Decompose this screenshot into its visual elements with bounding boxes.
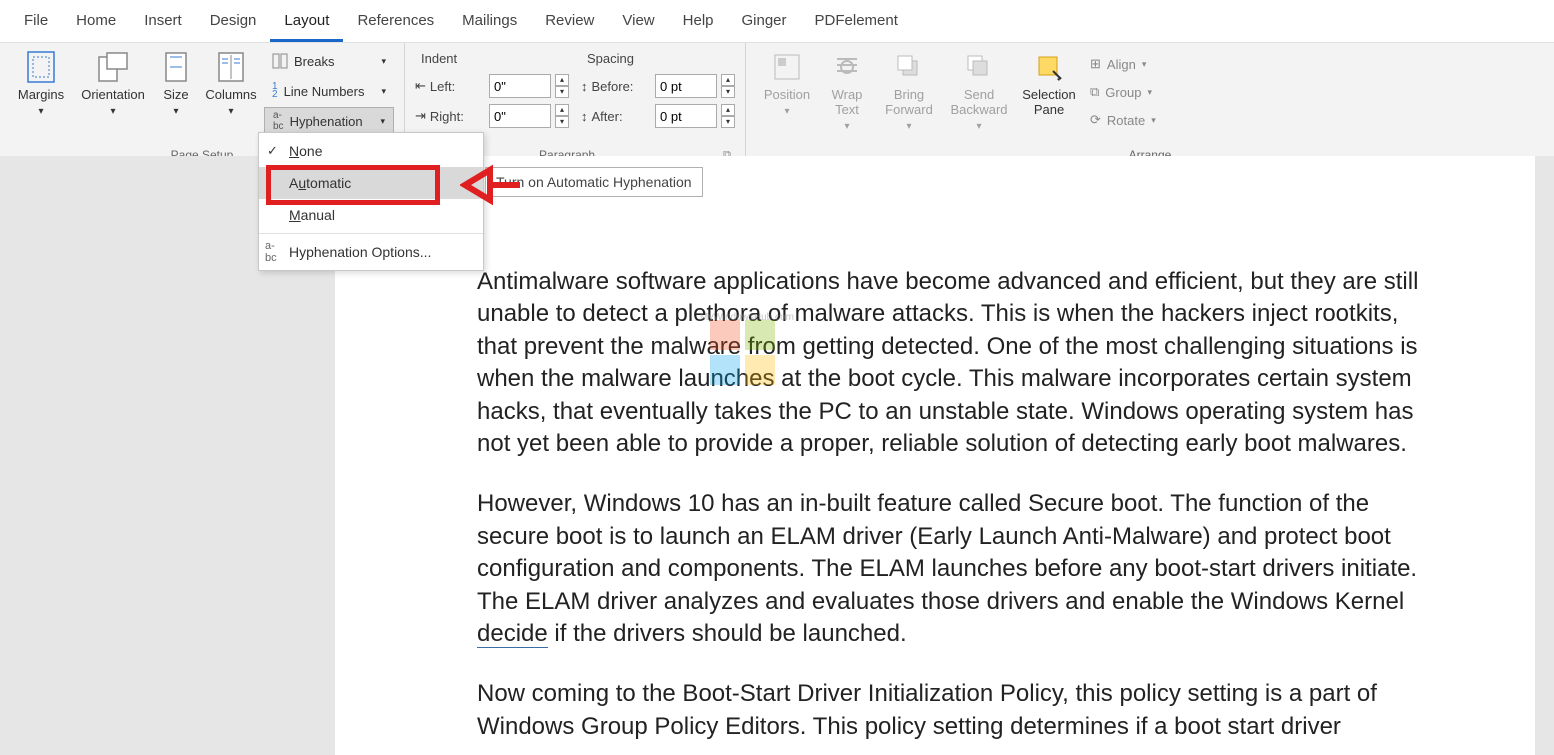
ribbon: Margins ▾ Orientation ▾ Size ▾ xyxy=(0,43,1554,167)
chevron-down-icon: ▾ xyxy=(173,106,178,117)
indent-right-spinner[interactable]: ▴▾ xyxy=(555,104,569,128)
selection-pane-button[interactable]: Selection Pane xyxy=(1016,47,1082,121)
hyphenation-button[interactable]: a-bc Hyphenation ▾ xyxy=(264,107,394,135)
indent-right-icon: ⇥ xyxy=(415,108,426,124)
tab-review[interactable]: Review xyxy=(531,6,608,42)
breaks-icon xyxy=(272,53,288,69)
tab-references[interactable]: References xyxy=(343,6,448,42)
bring-forward-button[interactable]: Bring Forward▾ xyxy=(876,47,942,136)
selection-pane-icon xyxy=(1033,51,1065,83)
chevron-down-icon: ▾ xyxy=(38,106,43,117)
ribbon-tabs: File Home Insert Design Layout Reference… xyxy=(0,0,1554,43)
tab-ginger[interactable]: Ginger xyxy=(728,6,801,42)
size-button[interactable]: Size ▾ xyxy=(154,47,198,121)
indent-header: Indent xyxy=(415,51,569,66)
document-page[interactable]: Antimalware software applications have b… xyxy=(335,156,1535,755)
menu-item-hyphenation-options[interactable]: a-bc Hyphenation Options... xyxy=(259,236,483,268)
chevron-down-icon: ▾ xyxy=(110,106,115,117)
columns-icon xyxy=(215,51,247,83)
group-arrange: Position▾ Wrap Text▾ Bring Forward▾ Send… xyxy=(746,43,1554,166)
columns-button[interactable]: Columns ▾ xyxy=(200,47,262,121)
spacing-after-input[interactable] xyxy=(655,104,717,128)
document-area: Antimalware software applications have b… xyxy=(0,156,1554,755)
align-button[interactable]: ⊞Align▾ xyxy=(1084,51,1162,77)
spacing-before-input[interactable] xyxy=(655,74,717,98)
hyphenation-options-icon: a-bc xyxy=(265,240,277,264)
indent-left-spinner[interactable]: ▴▾ xyxy=(555,74,569,98)
rotate-icon: ⟳ xyxy=(1090,112,1101,128)
chevron-down-icon: ▾ xyxy=(381,56,386,67)
position-icon xyxy=(771,51,803,83)
tab-insert[interactable]: Insert xyxy=(130,6,196,42)
group-icon: ⧉ xyxy=(1090,84,1099,100)
tab-layout[interactable]: Layout xyxy=(270,6,343,42)
bring-forward-icon xyxy=(893,51,925,83)
send-backward-icon xyxy=(963,51,995,83)
margins-icon xyxy=(25,51,57,83)
tab-pdfelement[interactable]: PDFelement xyxy=(801,6,912,42)
tab-home[interactable]: Home xyxy=(62,6,130,42)
indent-left-icon: ⇤ xyxy=(415,78,426,94)
chevron-down-icon: ▾ xyxy=(381,86,386,97)
line-numbers-icon: 12 xyxy=(272,83,278,99)
line-numbers-button[interactable]: 12 Line Numbers ▾ xyxy=(264,77,394,105)
spacing-header: Spacing xyxy=(581,51,735,66)
hyphenation-menu: ✓ None Automatic Manual a-bc Hyphenation… xyxy=(258,132,484,271)
align-icon: ⊞ xyxy=(1090,56,1101,72)
size-icon xyxy=(160,51,192,83)
paragraph-3: Now coming to the Boot-Start Driver Init… xyxy=(477,678,1445,743)
menu-item-none[interactable]: ✓ None xyxy=(259,135,483,167)
paragraph-2: However, Windows 10 has an in-built feat… xyxy=(477,488,1445,650)
orientation-icon xyxy=(97,51,129,83)
paragraph-1: Antimalware software applications have b… xyxy=(477,266,1445,460)
check-icon: ✓ xyxy=(267,143,278,159)
position-button[interactable]: Position▾ xyxy=(756,47,818,121)
menu-separator xyxy=(259,233,483,234)
spacing-after-spinner[interactable]: ▴▾ xyxy=(721,104,735,128)
indent-left-input[interactable] xyxy=(489,74,551,98)
orientation-button[interactable]: Orientation ▾ xyxy=(74,47,152,121)
tab-design[interactable]: Design xyxy=(196,6,271,42)
menu-item-automatic[interactable]: Automatic xyxy=(259,167,483,199)
breaks-button[interactable]: Breaks ▾ xyxy=(264,47,394,75)
wrap-text-button[interactable]: Wrap Text▾ xyxy=(820,47,874,136)
spacing-before-spinner[interactable]: ▴▾ xyxy=(721,74,735,98)
tab-file[interactable]: File xyxy=(10,6,62,42)
menu-item-manual[interactable]: Manual xyxy=(259,199,483,231)
wrap-text-icon xyxy=(831,51,863,83)
rotate-button[interactable]: ⟳Rotate▾ xyxy=(1084,107,1162,133)
hyphenation-icon: a-bc xyxy=(273,110,284,132)
spacing-after-icon: ↕ xyxy=(581,109,588,124)
tab-view[interactable]: View xyxy=(608,6,668,42)
margins-button[interactable]: Margins ▾ xyxy=(10,47,72,121)
tab-help[interactable]: Help xyxy=(669,6,728,42)
decide-word: decide xyxy=(477,620,548,648)
chevron-down-icon: ▾ xyxy=(380,116,385,127)
group-button[interactable]: ⧉Group▾ xyxy=(1084,79,1162,105)
tab-mailings[interactable]: Mailings xyxy=(448,6,531,42)
send-backward-button[interactable]: Send Backward▾ xyxy=(944,47,1014,136)
indent-right-input[interactable] xyxy=(489,104,551,128)
chevron-down-icon: ▾ xyxy=(228,106,233,117)
spacing-before-icon: ↕ xyxy=(581,79,588,94)
tooltip-hyphenation: Turn on Automatic Hyphenation xyxy=(485,167,703,197)
